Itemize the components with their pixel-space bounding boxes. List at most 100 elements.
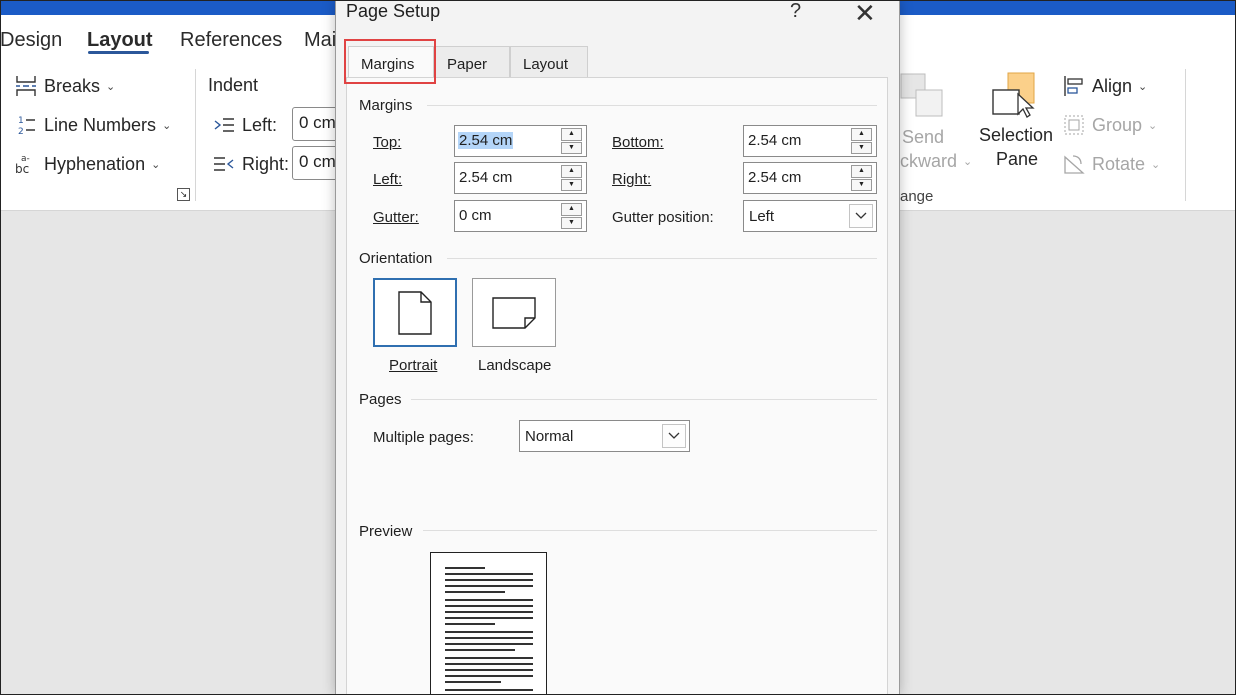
spin-up-icon[interactable]: ▲ [561, 165, 582, 178]
spin-down-icon[interactable]: ▼ [561, 216, 582, 229]
preview-line [445, 585, 533, 587]
tab-layout[interactable]: Layout [87, 29, 153, 52]
selection-pane-icon[interactable] [990, 72, 1040, 120]
tab-layout[interactable]: Layout [510, 46, 588, 78]
right-margin-input[interactable]: 2.54 cm ▲ ▼ [743, 162, 877, 194]
align-button[interactable]: Align ⌄ [1062, 74, 1147, 98]
gutter-label: Gutter: [373, 209, 419, 226]
group-divider [1185, 69, 1186, 201]
close-icon[interactable]: ✕ [854, 0, 876, 29]
spin-up-icon[interactable]: ▲ [561, 128, 582, 141]
line-numbers-label: Line Numbers [44, 114, 157, 135]
hyphenation-label: Hyphenation [44, 153, 146, 174]
preview-page [430, 552, 547, 695]
spin-down-icon[interactable]: ▼ [561, 178, 582, 191]
page-setup-dialog: Page Setup ? ✕ Margins Paper Layout Marg… [335, 0, 900, 695]
align-icon [1062, 74, 1086, 98]
preview-line [445, 663, 533, 665]
bottom-label: Bottom: [612, 134, 664, 151]
dialog-launcher-icon[interactable]: ↘ [177, 188, 190, 201]
send-backward-label-1[interactable]: Send [902, 127, 944, 148]
spin-down-icon[interactable]: ▼ [851, 178, 872, 191]
spin-down-icon[interactable]: ▼ [561, 141, 582, 154]
tab-mailings[interactable]: Mai [304, 29, 336, 52]
send-backward-label-2[interactable]: ckward ⌄ [900, 151, 972, 172]
chevron-down-icon: ⌄ [151, 158, 161, 171]
section-divider [427, 105, 877, 106]
preview-line [445, 657, 533, 659]
indent-right-icon [212, 152, 236, 176]
preview-line [445, 573, 533, 575]
portrait-label[interactable]: Portrait [389, 357, 437, 374]
chevron-down-icon: ⌄ [106, 80, 116, 93]
tab-design[interactable]: Design [0, 29, 62, 52]
left-label: Left: [373, 171, 403, 188]
breaks-label: Breaks [44, 75, 101, 96]
gutter-value: 0 cm [459, 207, 492, 224]
top-margin-input[interactable]: 2.54 cm ▲ ▼ [454, 125, 587, 157]
bottom-margin-input[interactable]: 2.54 cm ▲ ▼ [743, 125, 877, 157]
dialog-title: Page Setup [346, 1, 441, 21]
chevron-down-icon: ⌄ [1138, 80, 1148, 93]
preview-line [445, 579, 533, 581]
spin-up-icon[interactable]: ▲ [851, 128, 872, 141]
preview-line [445, 649, 515, 651]
landscape-label[interactable]: Landscape [478, 357, 551, 374]
hyphenation-button[interactable]: a-bc Hyphenation ⌄ [14, 152, 161, 177]
chevron-down-icon: ⌄ [1151, 158, 1161, 171]
spin-up-icon[interactable]: ▲ [561, 203, 582, 216]
portrait-button[interactable] [373, 278, 457, 347]
tab-paper[interactable]: Paper [434, 46, 510, 78]
chevron-down-icon: ⌄ [963, 156, 973, 168]
preview-line [445, 637, 533, 639]
multiple-pages-label: Multiple pages: [373, 429, 474, 446]
landscape-page-icon [492, 296, 536, 329]
hyphenation-icon: a-bc [14, 152, 38, 176]
chevron-down-icon[interactable] [662, 424, 686, 448]
pages-section-title: Pages [359, 391, 402, 408]
rotate-button[interactable]: Rotate ⌄ [1062, 152, 1160, 176]
help-icon[interactable]: ? [790, 0, 801, 23]
section-divider [447, 258, 877, 259]
gutter-input[interactable]: 0 cm ▲ ▼ [454, 200, 587, 232]
breaks-button[interactable]: Breaks ⌄ [14, 74, 115, 98]
indent-left-label: Left: [212, 113, 277, 137]
preview-line [445, 605, 533, 607]
preview-line [445, 675, 533, 677]
selection-pane-label-2[interactable]: Pane [996, 149, 1038, 170]
tab-margins[interactable]: Margins [348, 46, 434, 79]
left-margin-value: 2.54 cm [459, 169, 513, 186]
left-margin-input[interactable]: 2.54 cm ▲ ▼ [454, 162, 587, 194]
preview-line [445, 669, 533, 671]
send-backward-icon [900, 73, 944, 119]
tab-references[interactable]: References [180, 29, 282, 52]
preview-line [445, 643, 533, 645]
arrange-group-label: ange [900, 188, 934, 205]
preview-line [445, 591, 505, 593]
section-divider [423, 530, 877, 531]
line-numbers-button[interactable]: 12 Line Numbers ⌄ [14, 113, 171, 137]
right-margin-value: 2.54 cm [748, 169, 802, 186]
right-label: Right: [612, 171, 652, 188]
bottom-margin-value: 2.54 cm [748, 132, 802, 149]
active-tab-indicator [88, 51, 149, 54]
chevron-down-icon: ⌄ [162, 119, 172, 132]
preview-section-title: Preview [359, 523, 413, 540]
group-button[interactable]: Group ⌄ [1062, 113, 1157, 137]
svg-text:1: 1 [18, 116, 24, 126]
preview-line [445, 681, 501, 683]
chevron-down-icon[interactable] [849, 204, 873, 228]
svg-text:2: 2 [18, 127, 24, 136]
landscape-button[interactable] [472, 278, 556, 347]
spin-down-icon[interactable]: ▼ [851, 141, 872, 154]
top-margin-value: 2.54 cm [458, 132, 514, 149]
preview-line [445, 617, 533, 619]
orientation-section-title: Orientation [359, 250, 433, 267]
multiple-pages-select[interactable]: Normal [519, 420, 690, 452]
spin-up-icon[interactable]: ▲ [851, 165, 872, 178]
group-divider [195, 69, 196, 201]
selection-pane-label-1[interactable]: Selection [979, 125, 1053, 146]
preview-line [445, 623, 495, 625]
svg-text:bc: bc [15, 162, 29, 176]
gutter-position-select[interactable]: Left [743, 200, 877, 232]
